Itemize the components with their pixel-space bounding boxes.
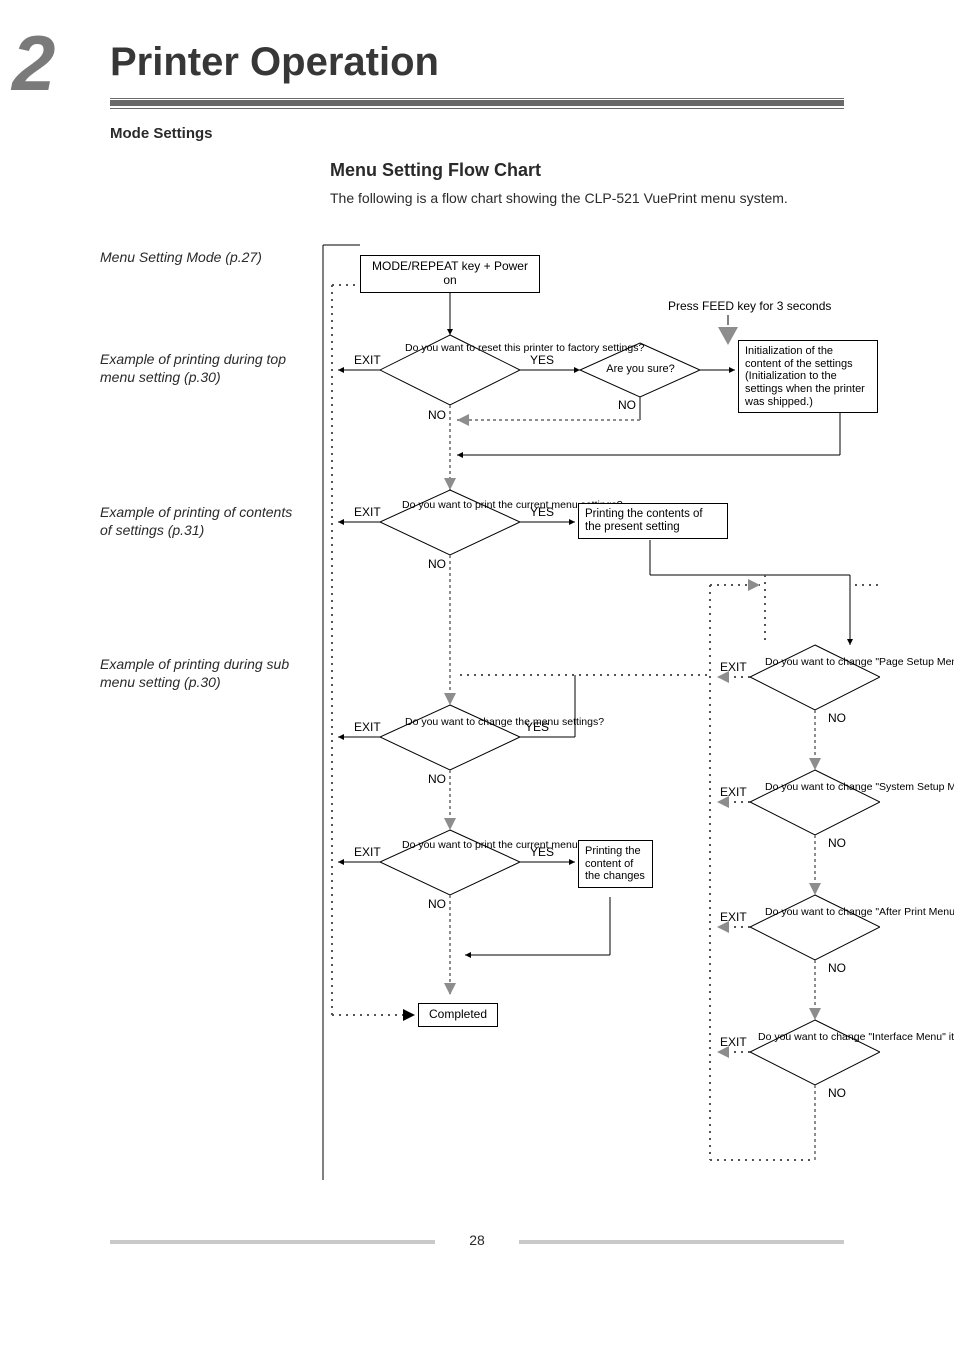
divider bbox=[110, 108, 844, 109]
chapter-number: 2 bbox=[12, 18, 55, 109]
exit-label: EXIT bbox=[354, 505, 381, 519]
yes-label: YES bbox=[530, 845, 554, 859]
d2-text: Do you want to print the current menu se… bbox=[402, 500, 502, 511]
d4-text: Do you want to print the current menu se… bbox=[402, 840, 502, 851]
exit-label: EXIT bbox=[354, 845, 381, 859]
exit-label: EXIT bbox=[720, 910, 747, 924]
exit-label: EXIT bbox=[720, 660, 747, 674]
print-changes-box: Printing the content of the changes bbox=[578, 840, 653, 888]
divider bbox=[110, 98, 844, 99]
yes-label: YES bbox=[530, 505, 554, 519]
sub-interface-text: Do you want to change "Interface Menu" i… bbox=[758, 1032, 873, 1043]
sidebar-ref-4: Example of printing during sub menu sett… bbox=[100, 655, 300, 691]
sidebar-ref-3: Example of printing of contents of setti… bbox=[100, 503, 300, 539]
section-title: Menu Setting Flow Chart bbox=[330, 160, 541, 181]
flowchart: MODE/REPEAT key + Power on Press FEED ke… bbox=[320, 225, 880, 1185]
no-label: NO bbox=[428, 557, 446, 571]
page-number: 28 bbox=[0, 1232, 954, 1248]
no-label: NO bbox=[828, 711, 846, 725]
no-label: NO bbox=[828, 836, 846, 850]
exit-label: EXIT bbox=[720, 1035, 747, 1049]
sub-after-text: Do you want to change "After Print Menu"… bbox=[765, 907, 867, 918]
yes-label: YES bbox=[525, 720, 549, 734]
print-present-box: Printing the contents of the present set… bbox=[578, 503, 728, 539]
init-box: Initialization of the content of the set… bbox=[738, 340, 878, 413]
sidebar-ref-2: Example of printing during top menu sett… bbox=[100, 350, 300, 386]
sub-system-text: Do you want to change "System Setup Menu… bbox=[765, 782, 867, 793]
exit-label: EXIT bbox=[720, 785, 747, 799]
sidebar-ref-1: Menu Setting Mode (p.27) bbox=[100, 248, 300, 266]
no-label: NO bbox=[828, 1086, 846, 1100]
no-label: NO bbox=[428, 897, 446, 911]
no-label: NO bbox=[428, 772, 446, 786]
divider bbox=[110, 100, 844, 106]
exit-label: EXIT bbox=[354, 353, 381, 367]
no-label: NO bbox=[618, 398, 636, 412]
flow-start-box: MODE/REPEAT key + Power on bbox=[360, 255, 540, 293]
exit-label: EXIT bbox=[354, 720, 381, 734]
intro-text: The following is a flow chart showing th… bbox=[330, 190, 788, 206]
d1-sure-text: Are you sure? bbox=[603, 363, 678, 375]
no-label: NO bbox=[828, 961, 846, 975]
feed-hint: Press FEED key for 3 seconds bbox=[668, 300, 788, 313]
chapter-title: Printer Operation bbox=[110, 40, 439, 85]
d3-text: Do you want to change the menu settings? bbox=[405, 717, 500, 728]
no-label: NO bbox=[428, 408, 446, 422]
d1-text: Do you want to reset this printer to fac… bbox=[405, 343, 500, 354]
completed-box: Completed bbox=[418, 1003, 498, 1027]
yes-label: YES bbox=[530, 353, 554, 367]
section-label: Mode Settings bbox=[110, 125, 213, 142]
sub-page-text: Do you want to change "Page Setup Menu" … bbox=[765, 657, 867, 668]
